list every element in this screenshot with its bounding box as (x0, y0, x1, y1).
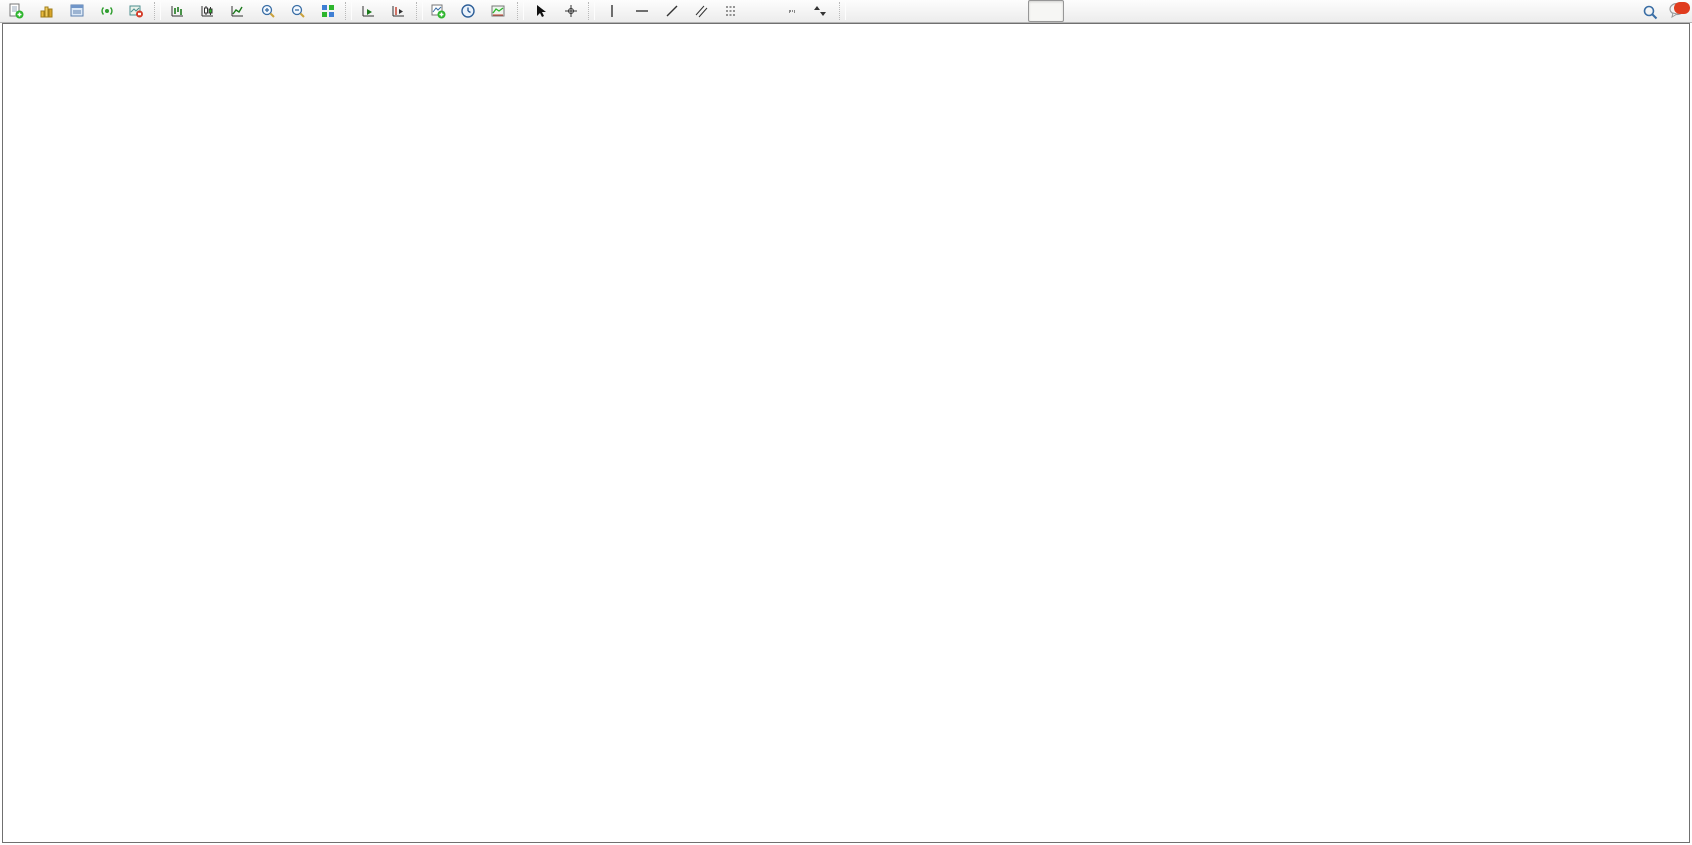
indicators-icon (430, 3, 446, 19)
auto-scroll-button[interactable] (354, 0, 384, 22)
autotrading-icon (128, 3, 144, 19)
text-button[interactable] (747, 0, 777, 22)
text-label-icon (789, 10, 795, 12)
tile-windows-button[interactable] (313, 0, 343, 22)
candlesticks-icon (200, 3, 216, 19)
toolbar-separator (154, 2, 161, 20)
crosshair-icon (563, 3, 579, 19)
timeframe-mn[interactable] (1136, 0, 1172, 22)
templates-button[interactable] (485, 0, 515, 22)
timeframe-h1[interactable] (992, 0, 1028, 22)
search-icon[interactable] (1642, 4, 1658, 20)
charts-button[interactable] (32, 0, 62, 22)
equidistant-channel-button[interactable] (687, 0, 717, 22)
timeframe-h4[interactable] (1028, 0, 1064, 22)
equidistant-channel-icon (694, 3, 710, 19)
new-order-icon (8, 3, 24, 19)
indicators-button[interactable] (425, 0, 455, 22)
tile-windows-icon (320, 3, 336, 19)
zoom-out-icon (290, 3, 306, 19)
timeframe-w1[interactable] (1100, 0, 1136, 22)
arrows-button[interactable] (807, 0, 837, 22)
data-window-icon (69, 3, 85, 19)
toolbar-separator (517, 2, 524, 20)
timeframe-m1[interactable] (848, 0, 884, 22)
new-order-button[interactable] (2, 0, 32, 22)
toolbar-separator (416, 2, 423, 20)
trendline-icon (664, 3, 680, 19)
timeframe-m15[interactable] (920, 0, 956, 22)
vertical-line-icon (604, 3, 620, 19)
mt4-window (0, 0, 1692, 845)
crosshair-button[interactable] (556, 0, 586, 22)
timeframe-group (848, 0, 1172, 22)
zoom-out-button[interactable] (283, 0, 313, 22)
main-toolbar (0, 0, 1692, 23)
candlesticks-button[interactable] (193, 0, 223, 22)
line-chart-icon (230, 3, 246, 19)
line-chart-button[interactable] (223, 0, 253, 22)
zoom-in-icon (260, 3, 276, 19)
cursor-icon (533, 3, 549, 19)
chat-button[interactable] (1668, 1, 1684, 23)
zoom-in-button[interactable] (253, 0, 283, 22)
cursor-button[interactable] (526, 0, 556, 22)
auto-scroll-icon (361, 3, 377, 19)
arrows-icon (812, 3, 828, 19)
fibonacci-button[interactable] (717, 0, 747, 22)
data-window-button[interactable] (62, 0, 92, 22)
text-label-button[interactable] (777, 0, 807, 22)
horizontal-line-icon (634, 3, 650, 19)
chart-canvas[interactable] (0, 0, 1692, 845)
bar-chart-icon (170, 3, 186, 19)
charts-icon (39, 3, 55, 19)
toolbar-separator (345, 2, 352, 20)
bar-chart-button[interactable] (163, 0, 193, 22)
autotrading-button[interactable] (122, 0, 152, 22)
horizontal-line-button[interactable] (627, 0, 657, 22)
chart-shift-icon (391, 3, 407, 19)
fibonacci-icon (724, 3, 740, 19)
timeframe-d1[interactable] (1064, 0, 1100, 22)
chart-title[interactable] (10, 29, 14, 41)
timeframe-m5[interactable] (884, 0, 920, 22)
trendline-button[interactable] (657, 0, 687, 22)
signals-icon (99, 3, 115, 19)
chat-badge (1674, 2, 1690, 14)
signals-button[interactable] (92, 0, 122, 22)
periods-button[interactable] (455, 0, 485, 22)
timeframe-m30[interactable] (956, 0, 992, 22)
periods-icon (460, 3, 476, 19)
templates-icon (490, 3, 506, 19)
toolbar-separator (839, 2, 846, 20)
toolbar-separator (588, 2, 595, 20)
chart-shift-button[interactable] (384, 0, 414, 22)
vertical-line-button[interactable] (597, 0, 627, 22)
